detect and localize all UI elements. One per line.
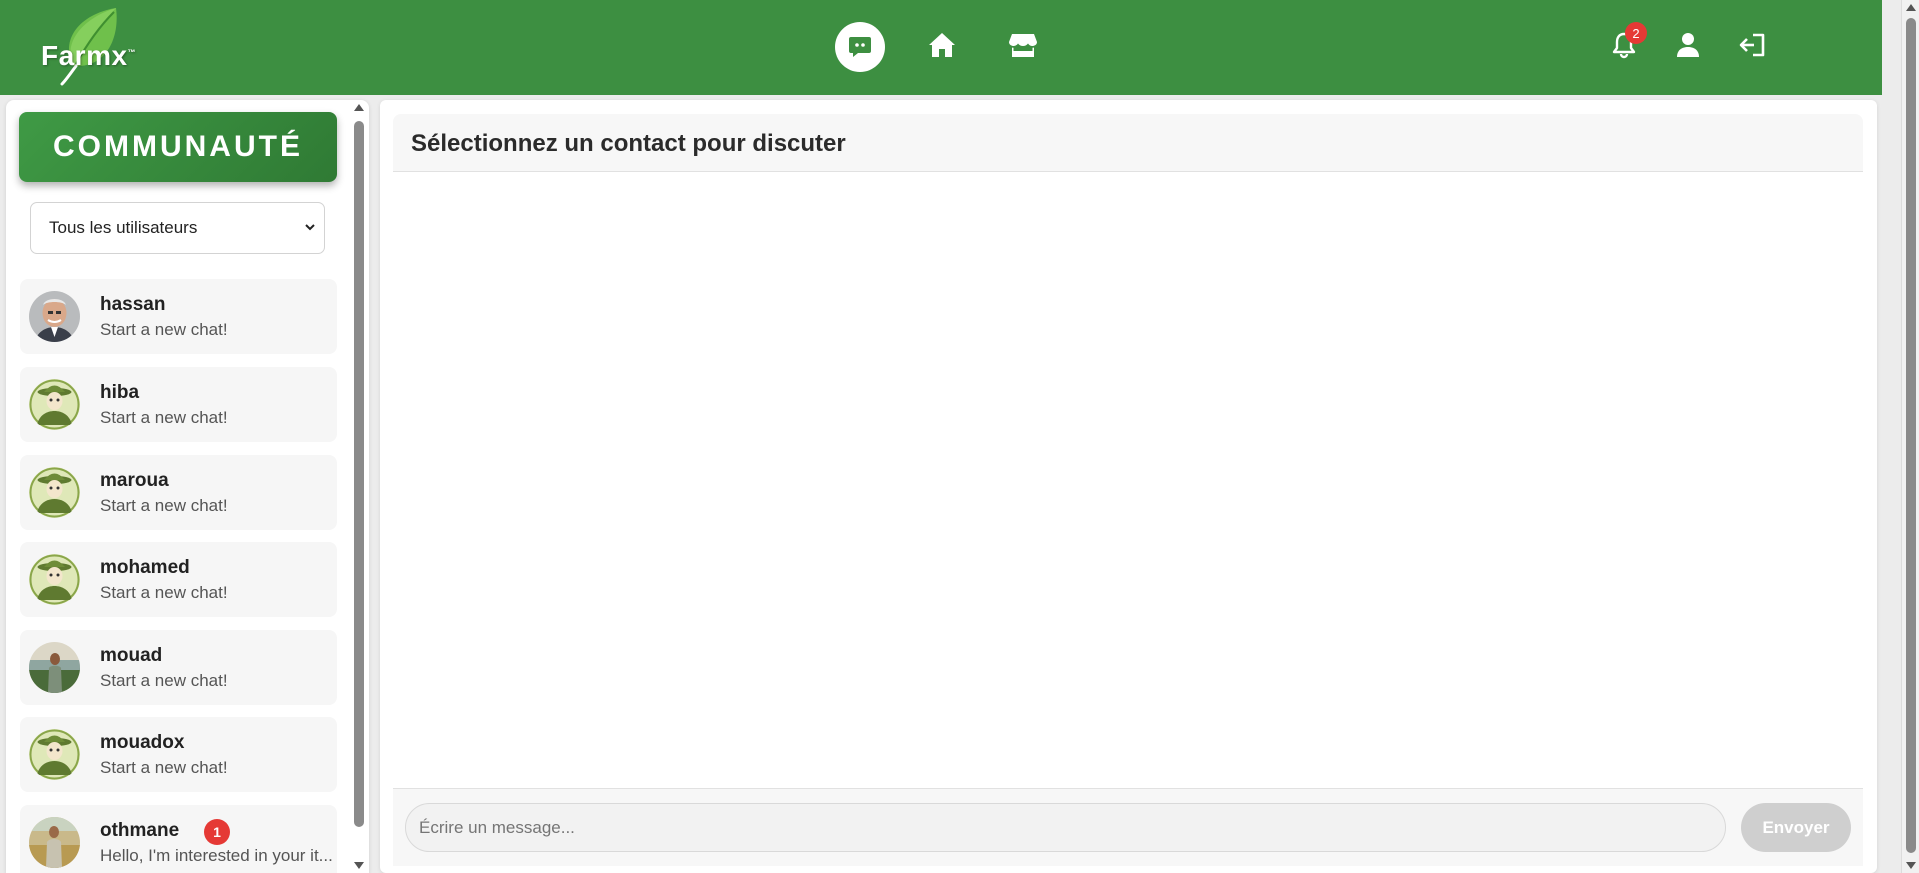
contact-last-message: Start a new chat! (100, 671, 228, 690)
store-icon (1009, 34, 1037, 57)
contact-last-message: Start a new chat! (100, 758, 228, 777)
nav-chat-button[interactable] (835, 22, 885, 72)
chat-icon (849, 37, 871, 57)
profile-button[interactable] (1668, 25, 1708, 65)
scroll-down-arrow-icon[interactable] (1906, 862, 1916, 869)
contact-last-message: Hello, I'm interested in your it... (100, 846, 333, 865)
user-icon (1677, 33, 1699, 57)
avatar (29, 729, 80, 780)
contact-item-hiba[interactable]: hiba Start a new chat! (20, 367, 337, 442)
avatar (29, 817, 80, 868)
logo-text: Farmx™ (41, 40, 137, 71)
message-input[interactable] (405, 803, 1726, 852)
user-filter-select[interactable]: Tous les utilisateurs (30, 202, 325, 254)
chat-panel: Sélectionnez un contact pour discuter En… (380, 100, 1877, 873)
message-composer: Envoyer (393, 788, 1863, 866)
community-sidebar: COMMUNAUTÉ Tous les utilisateurs hassan … (6, 100, 369, 873)
contact-name: hassan (100, 294, 166, 315)
farmx-logo[interactable]: Farmx™ (38, 6, 138, 86)
unread-count-badge: 1 (204, 819, 230, 845)
nav-store-button[interactable] (1003, 25, 1043, 65)
nav-home-button[interactable] (922, 25, 962, 65)
contact-last-message: Start a new chat! (100, 496, 228, 515)
contact-item-othmane[interactable]: othmane 1 Hello, I'm interested in your … (20, 805, 337, 873)
contact-item-hassan[interactable]: hassan Start a new chat! (20, 279, 337, 354)
avatar (29, 379, 80, 430)
scroll-up-arrow-icon[interactable] (354, 104, 364, 111)
contact-item-maroua[interactable]: maroua Start a new chat! (20, 455, 337, 530)
page-scrollbar[interactable] (1901, 0, 1919, 873)
contact-item-mouad[interactable]: mouad Start a new chat! (20, 630, 337, 705)
contact-last-message: Start a new chat! (100, 583, 228, 602)
top-navbar: Farmx™ 2 (0, 0, 1882, 95)
chat-header: Sélectionnez un contact pour discuter (393, 114, 1863, 172)
logout-icon (1739, 33, 1765, 57)
scroll-up-arrow-icon[interactable] (1906, 4, 1916, 11)
user-filter-value: Tous les utilisateurs (49, 218, 198, 237)
contact-name: mouad (100, 645, 163, 666)
chevron-down-icon (305, 224, 315, 231)
scroll-down-arrow-icon[interactable] (354, 862, 364, 869)
contact-name: othmane (100, 820, 180, 841)
contact-last-message: Start a new chat! (100, 320, 228, 339)
contact-name: hiba (100, 382, 140, 403)
home-icon (929, 33, 955, 57)
page-scrollbar-thumb[interactable] (1906, 18, 1916, 853)
community-title: COMMUNAUTÉ (19, 112, 337, 182)
contact-last-message: Start a new chat! (100, 408, 228, 427)
contact-item-mohamed[interactable]: mohamed Start a new chat! (20, 542, 337, 617)
message-area (393, 172, 1863, 788)
send-button[interactable]: Envoyer (1741, 803, 1851, 852)
notification-count-badge: 2 (1625, 22, 1647, 44)
contact-item-mouadox[interactable]: mouadox Start a new chat! (20, 717, 337, 792)
avatar (29, 554, 80, 605)
contact-name: mouadox (100, 732, 185, 753)
avatar (29, 291, 80, 342)
chat-title: Sélectionnez un contact pour discuter (411, 130, 846, 157)
avatar (29, 642, 80, 693)
sidebar-scrollbar[interactable] (350, 100, 368, 873)
sidebar-scrollbar-thumb[interactable] (354, 121, 364, 827)
contact-name: maroua (100, 470, 169, 491)
logout-button[interactable] (1733, 25, 1773, 65)
contact-name: mohamed (100, 557, 190, 578)
avatar (29, 467, 80, 518)
